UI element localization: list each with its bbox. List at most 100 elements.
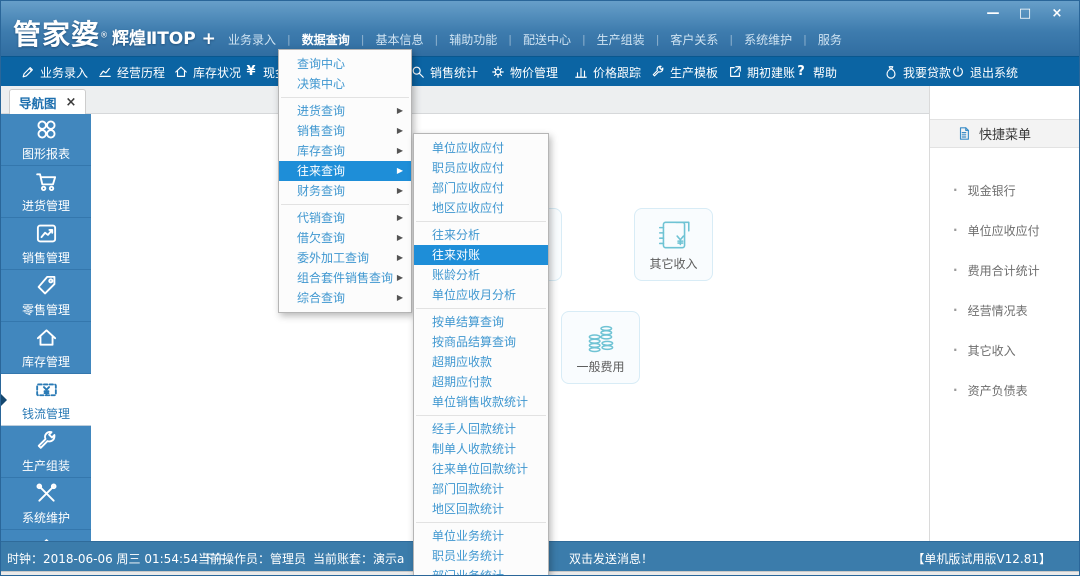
menu-item[interactable]: 往来分析 bbox=[414, 225, 548, 245]
menu-item[interactable]: 账龄分析 bbox=[414, 265, 548, 285]
sidebar-item[interactable] bbox=[1, 530, 91, 541]
toolbar-button[interactable]: 价格跟踪 bbox=[574, 57, 641, 87]
menu-item[interactable]: 进货查询 bbox=[279, 101, 411, 121]
menubar-item[interactable]: 配送中心 bbox=[512, 28, 582, 51]
toolbar-button[interactable]: 经营历程 bbox=[98, 57, 165, 87]
menu-item[interactable]: 查询中心 bbox=[279, 54, 411, 74]
shortcut-tile[interactable]: 其它收入 bbox=[634, 208, 713, 281]
toolbar-button[interactable]: 退出系统 bbox=[951, 57, 1018, 87]
title-bar: 管家婆®辉煌ⅡTOP + —□× 业务录入|数据查询|基本信息|辅助功能|配送中… bbox=[1, 1, 1079, 56]
menu-item[interactable]: 销售查询 bbox=[279, 121, 411, 141]
menu-separator bbox=[281, 204, 409, 205]
sidebar-item[interactable]: 图形报表 bbox=[1, 114, 91, 166]
menu-item[interactable]: 单位销售收款统计 bbox=[414, 392, 548, 412]
coins-icon bbox=[582, 321, 620, 355]
menu-item[interactable]: 地区回款统计 bbox=[414, 499, 548, 519]
sidebar-item[interactable]: 系统维护 bbox=[1, 478, 91, 530]
menu-item[interactable]: 综合查询 bbox=[279, 288, 411, 308]
toolbar-button-label: 退出系统 bbox=[970, 64, 1018, 81]
menu-item[interactable]: 往来查询 bbox=[279, 161, 411, 181]
menu-item[interactable]: 职员业务统计 bbox=[414, 546, 548, 566]
menu-item[interactable]: 超期应付款 bbox=[414, 372, 548, 392]
data-query-dropdown-menu: 查询中心决策中心进货查询销售查询库存查询往来查询财务查询代销查询借欠查询委外加工… bbox=[278, 49, 412, 313]
sidebar-item[interactable]: 销售管理 bbox=[1, 218, 91, 270]
shortcut-tile[interactable]: 一般费用 bbox=[561, 311, 640, 384]
menu-item[interactable]: 部门应收应付 bbox=[414, 178, 548, 198]
menu-item[interactable]: 制单人收款统计 bbox=[414, 439, 548, 459]
maximize-button[interactable]: □ bbox=[1017, 6, 1033, 22]
quick-menu-item[interactable]: ·经营情况表 bbox=[930, 290, 1080, 330]
contacts-query-submenu: 单位应收应付职员应收应付部门应收应付地区应收应付往来分析往来对账账龄分析单位应收… bbox=[413, 133, 549, 576]
tile-label: 一般费用 bbox=[576, 358, 624, 375]
status-message[interactable]: 双击发送消息！ bbox=[569, 550, 653, 567]
quick-menu-item-label: 其它收入 bbox=[968, 342, 1016, 359]
toolbar-button-label: 我要贷款 bbox=[903, 64, 951, 81]
menu-item[interactable]: 部门回款统计 bbox=[414, 479, 548, 499]
menu-item[interactable]: 单位应收应付 bbox=[414, 138, 548, 158]
menubar-item[interactable]: 生产组装 bbox=[586, 28, 656, 51]
menubar-item[interactable]: 系统维护 bbox=[733, 28, 803, 51]
menu-item[interactable]: 经手人回款统计 bbox=[414, 419, 548, 439]
tag-icon bbox=[35, 274, 58, 297]
quick-menu-item[interactable]: ·资产负债表 bbox=[930, 370, 1080, 410]
menubar-item[interactable]: 客户关系 bbox=[659, 28, 729, 51]
status-version: 【单机版试用版V12.81】 bbox=[912, 550, 1051, 567]
menu-item[interactable]: 按单结算查询 bbox=[414, 312, 548, 332]
menu-item[interactable]: 组合套件销售查询 bbox=[279, 268, 411, 288]
tab-label: 导航图 bbox=[19, 93, 57, 112]
cart-icon bbox=[35, 170, 58, 193]
yen-icon: ¥ bbox=[244, 65, 258, 79]
gear-icon bbox=[491, 65, 505, 79]
quick-menu-item[interactable]: ·现金银行 bbox=[930, 170, 1080, 210]
menu-item[interactable]: 地区应收应付 bbox=[414, 198, 548, 218]
tab-navigation-map[interactable]: 导航图 × bbox=[9, 89, 86, 114]
sidebar-item[interactable]: 生产组装 bbox=[1, 426, 91, 478]
bullet-icon: · bbox=[953, 303, 958, 317]
menu-item[interactable]: 借欠查询 bbox=[279, 228, 411, 248]
toolbar-button[interactable]: 业务录入 bbox=[21, 57, 88, 87]
wrench2-icon bbox=[35, 430, 58, 453]
sidebar-item[interactable]: 零售管理 bbox=[1, 270, 91, 322]
toolbar-button[interactable]: 期初建账 bbox=[728, 57, 795, 87]
sidebar-item[interactable]: 钱流管理 bbox=[1, 374, 91, 426]
sidebar-item-label: 进货管理 bbox=[22, 197, 70, 214]
status-operator: 当前操作员：管理员 bbox=[198, 550, 306, 567]
home-icon bbox=[174, 65, 188, 79]
menu-item[interactable]: 单位应收月分析 bbox=[414, 285, 548, 305]
toolbar-button[interactable]: 生产模板 bbox=[651, 57, 718, 87]
menu-item[interactable]: 财务查询 bbox=[279, 181, 411, 201]
close-icon[interactable]: × bbox=[66, 95, 77, 110]
quick-menu-item[interactable]: ·其它收入 bbox=[930, 330, 1080, 370]
menu-item[interactable]: 委外加工查询 bbox=[279, 248, 411, 268]
sidebar-item[interactable]: 库存管理 bbox=[1, 322, 91, 374]
menu-item[interactable]: 往来对账 bbox=[414, 245, 548, 265]
menubar-item[interactable]: 服务 bbox=[807, 28, 853, 51]
quick-menu-item-label: 现金银行 bbox=[968, 182, 1016, 199]
menubar-item[interactable]: 数据查询 bbox=[291, 28, 361, 51]
toolbar-button[interactable]: ? 帮助 bbox=[794, 57, 837, 87]
toolbar-button[interactable]: 库存状况 bbox=[174, 57, 241, 87]
menu-item[interactable]: 单位业务统计 bbox=[414, 526, 548, 546]
quick-menu-item[interactable]: ·费用合计统计 bbox=[930, 250, 1080, 290]
question-icon: ? bbox=[794, 65, 808, 79]
menu-item[interactable]: 部门业务统计 bbox=[414, 566, 548, 576]
minimize-button[interactable]: — bbox=[985, 6, 1001, 22]
sidebar-item[interactable]: 进货管理 bbox=[1, 166, 91, 218]
menu-item[interactable]: 决策中心 bbox=[279, 74, 411, 94]
quick-menu-item[interactable]: ·单位应收应付 bbox=[930, 210, 1080, 250]
menubar-item[interactable]: 辅助功能 bbox=[438, 28, 508, 51]
close-button[interactable]: × bbox=[1049, 6, 1065, 22]
menubar-item[interactable]: 业务录入 bbox=[217, 28, 287, 51]
toolbar-button[interactable]: 物价管理 bbox=[491, 57, 558, 87]
menubar-item[interactable]: 基本信息 bbox=[364, 28, 434, 51]
menu-item[interactable]: 往来单位回款统计 bbox=[414, 459, 548, 479]
toolbar-button-label: 帮助 bbox=[813, 64, 837, 81]
app-logo: 管家婆®辉煌ⅡTOP + bbox=[13, 13, 216, 53]
menu-item[interactable]: 按商品结算查询 bbox=[414, 332, 548, 352]
menu-item[interactable]: 职员应收应付 bbox=[414, 158, 548, 178]
menu-item[interactable]: 超期应收款 bbox=[414, 352, 548, 372]
toolbar-button[interactable]: 销售统计 bbox=[411, 57, 478, 87]
toolbar-button[interactable]: 我要贷款 bbox=[884, 57, 951, 87]
menu-item[interactable]: 库存查询 bbox=[279, 141, 411, 161]
menu-item[interactable]: 代销查询 bbox=[279, 208, 411, 228]
